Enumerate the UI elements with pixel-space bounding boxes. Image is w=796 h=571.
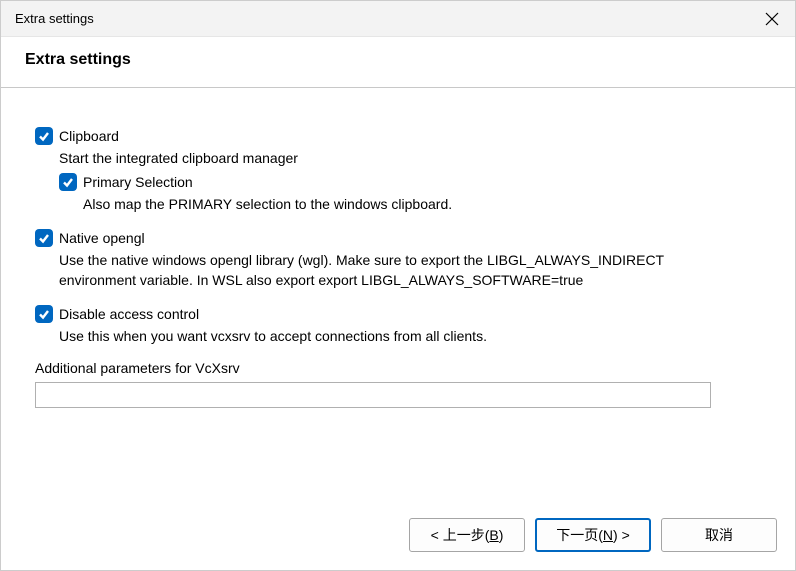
back-button[interactable]: < 上一步(B)	[409, 518, 525, 552]
content-area: Clipboard Start the integrated clipboard…	[1, 88, 795, 408]
native-opengl-desc: Use the native windows opengl library (w…	[35, 250, 675, 290]
check-icon	[38, 232, 50, 244]
page-title: Extra settings	[25, 51, 771, 69]
button-row: < 上一步(B) 下一页(N) > 取消	[409, 518, 777, 552]
disable-access-control-checkbox[interactable]	[35, 305, 53, 323]
clipboard-label: Clipboard	[59, 126, 119, 146]
primary-selection-label: Primary Selection	[83, 172, 193, 192]
dialog-header: Extra settings	[1, 37, 795, 88]
cancel-button[interactable]: 取消	[661, 518, 777, 552]
close-icon	[765, 12, 779, 26]
primary-selection-desc: Also map the PRIMARY selection to the wi…	[35, 194, 761, 214]
check-icon	[38, 308, 50, 320]
close-button[interactable]	[763, 10, 781, 28]
check-icon	[38, 130, 50, 142]
native-opengl-checkbox[interactable]	[35, 229, 53, 247]
next-button[interactable]: 下一页(N) >	[535, 518, 651, 552]
clipboard-row: Clipboard	[35, 126, 761, 146]
clipboard-desc: Start the integrated clipboard manager	[35, 148, 761, 168]
native-opengl-label: Native opengl	[59, 228, 145, 248]
disable-ac-row: Disable access control	[35, 304, 761, 324]
titlebar: Extra settings	[1, 1, 795, 37]
disable-access-control-label: Disable access control	[59, 304, 199, 324]
additional-params-input[interactable]	[35, 382, 711, 408]
window-title: Extra settings	[15, 11, 94, 26]
check-icon	[62, 176, 74, 188]
primary-selection-checkbox[interactable]	[59, 173, 77, 191]
disable-access-control-desc: Use this when you want vcxsrv to accept …	[35, 326, 761, 346]
additional-params-label: Additional parameters for VcXsrv	[35, 360, 761, 376]
clipboard-checkbox[interactable]	[35, 127, 53, 145]
primary-row: Primary Selection	[35, 172, 761, 192]
opengl-row: Native opengl	[35, 228, 761, 248]
